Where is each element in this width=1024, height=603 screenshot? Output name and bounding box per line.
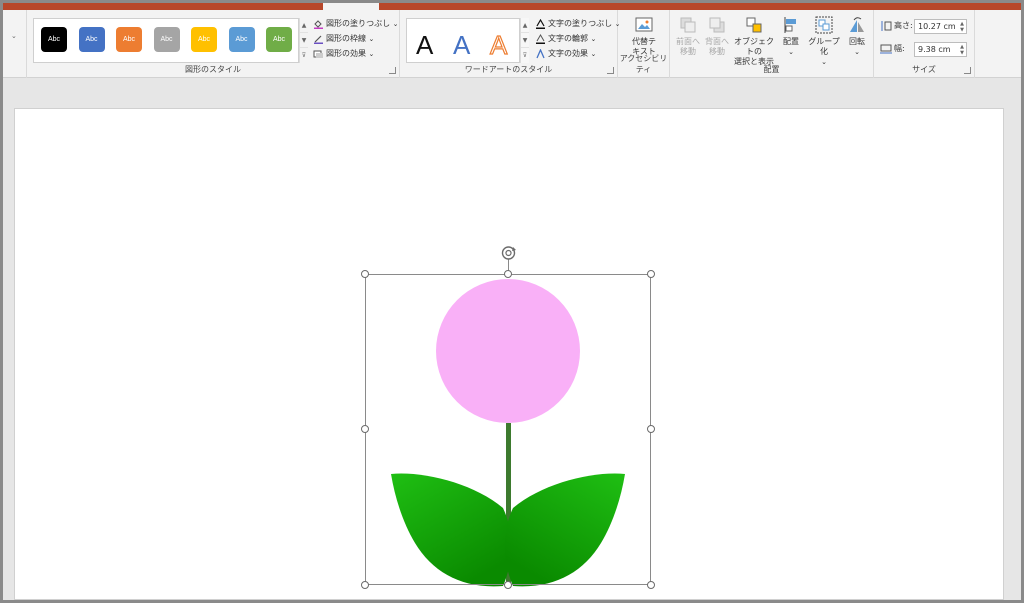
rotate-handle-icon[interactable] [501, 245, 517, 261]
resize-handle-bottom[interactable] [504, 581, 512, 589]
resize-handle-bottom-left[interactable] [361, 581, 369, 589]
resize-handle-top-right[interactable] [647, 270, 655, 278]
resize-handle-bottom-right[interactable] [647, 581, 655, 589]
resize-handle-top-left[interactable] [361, 270, 369, 278]
selection-box[interactable] [365, 274, 651, 585]
resize-handle-top[interactable] [504, 270, 512, 278]
resize-handle-right[interactable] [647, 425, 655, 433]
app-window: ⌄ Abc Abc Abc Abc Abc Abc Abc ▲ ▼ ⊽ 図形の塗りつぶし ⌄… [3, 3, 1021, 600]
resize-handle-left[interactable] [361, 425, 369, 433]
